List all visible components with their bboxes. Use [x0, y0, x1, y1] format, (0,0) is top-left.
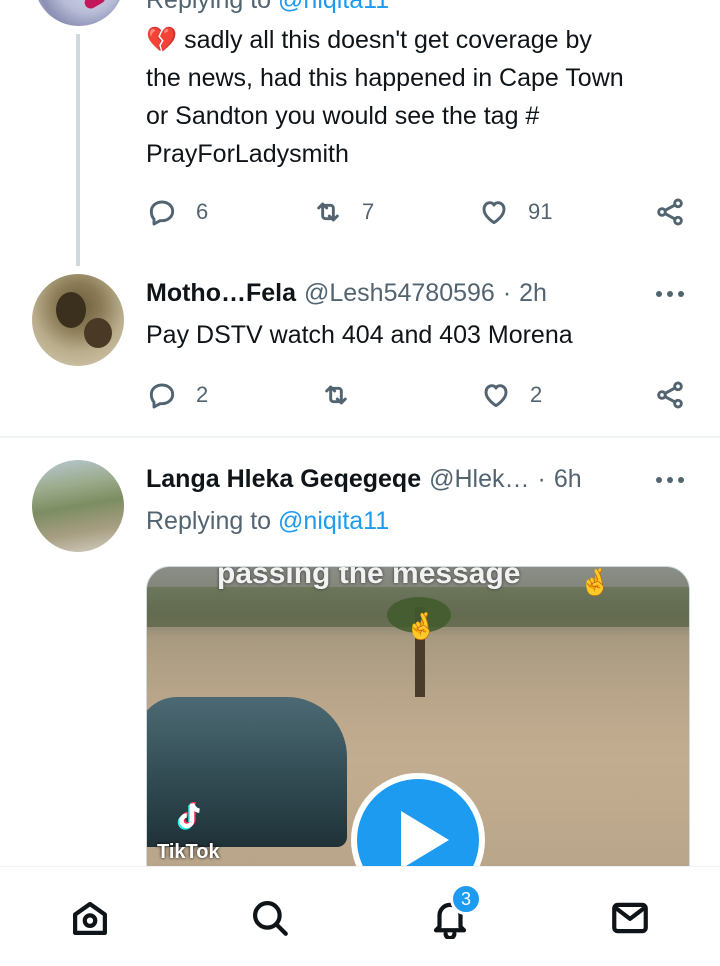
timestamp[interactable]: 6h: [554, 465, 582, 494]
replying-prefix: Replying to: [146, 507, 272, 535]
replying-to: Replying to @niqita11: [146, 0, 389, 15]
replying-to: Replying to @niqita11: [146, 507, 389, 536]
tweet-text: Pay DSTV watch 404 and 403 Morena: [146, 321, 573, 349]
avatar[interactable]: [32, 274, 124, 366]
reply-count: 6: [196, 199, 209, 224]
display-name[interactable]: Motho…Fela: [146, 279, 296, 308]
reply-button[interactable]: 6: [146, 196, 208, 228]
replying-handle-link[interactable]: @niqita11: [278, 507, 389, 535]
reply-icon: [149, 383, 175, 409]
crossed-fingers-emoji: 🤞: [579, 567, 612, 597]
separator: ·: [537, 465, 546, 493]
like-count: 91: [528, 199, 553, 224]
home-icon[interactable]: [69, 897, 111, 939]
more-options-icon[interactable]: [656, 288, 688, 300]
play-icon: [401, 811, 449, 869]
share-icon: [657, 198, 683, 226]
tweet-header: Motho…Fela @Lesh54780596 · 2h: [146, 279, 547, 308]
crossed-fingers-emoji: 🤞: [405, 611, 438, 641]
handle[interactable]: @Hlek…: [429, 465, 529, 494]
mail-icon[interactable]: [609, 897, 651, 939]
notification-badge: 3: [450, 883, 482, 915]
tweet-text-line: PrayForLadysmith: [146, 140, 349, 168]
share-button[interactable]: [654, 379, 686, 411]
divider: [0, 436, 720, 438]
tiktok-logo-icon: [177, 802, 200, 830]
share-icon: [657, 381, 683, 409]
separator: ·: [502, 279, 512, 307]
retweet-icon: [317, 202, 339, 222]
retweet-count: 7: [362, 199, 375, 224]
avatar[interactable]: [32, 460, 124, 552]
search-icon[interactable]: [249, 897, 291, 939]
tweet-text-line: the news, had this happened in Cape Town: [146, 64, 624, 92]
tweet-text: 💔 sadly all this doesn't get coverage by…: [146, 21, 706, 173]
like-button[interactable]: 91: [478, 196, 552, 228]
media-caption: passing the message: [217, 566, 521, 590]
replying-prefix: Replying to: [146, 0, 272, 14]
reply-count: 2: [196, 382, 209, 407]
tweet-text-line: or Sandton you would see the tag #: [146, 102, 540, 130]
tweet-text-line: sadly all this doesn't get coverage by: [184, 26, 592, 54]
timestamp[interactable]: 2h: [519, 279, 547, 308]
retweet-button[interactable]: [320, 379, 370, 411]
heart-icon: [484, 384, 508, 408]
share-button[interactable]: [654, 196, 686, 228]
avatar[interactable]: [34, 0, 124, 26]
like-count: 2: [530, 382, 543, 407]
more-options-icon[interactable]: [656, 474, 688, 486]
tiktok-watermark: TikTok: [157, 841, 220, 863]
thread-line: [76, 34, 80, 266]
reply-button[interactable]: 2: [146, 379, 208, 411]
tweet-header: Langa Hleka Geqegeqe @Hlek… · 6h: [146, 465, 582, 494]
heart-icon: [482, 201, 506, 225]
retweet-button[interactable]: 7: [312, 196, 374, 228]
reply-icon: [149, 200, 175, 226]
bottom-nav: 3: [0, 866, 720, 966]
broken-heart-emoji: 💔: [146, 26, 178, 54]
display-name[interactable]: Langa Hleka Geqegeqe: [146, 465, 421, 494]
handle[interactable]: @Lesh54780596: [304, 279, 495, 308]
video-media[interactable]: passing the message 🤞 🤞 TikTok: [146, 566, 690, 888]
like-button[interactable]: 2: [480, 379, 542, 411]
replying-handle-link[interactable]: @niqita11: [278, 0, 389, 14]
retweet-icon: [325, 385, 347, 405]
